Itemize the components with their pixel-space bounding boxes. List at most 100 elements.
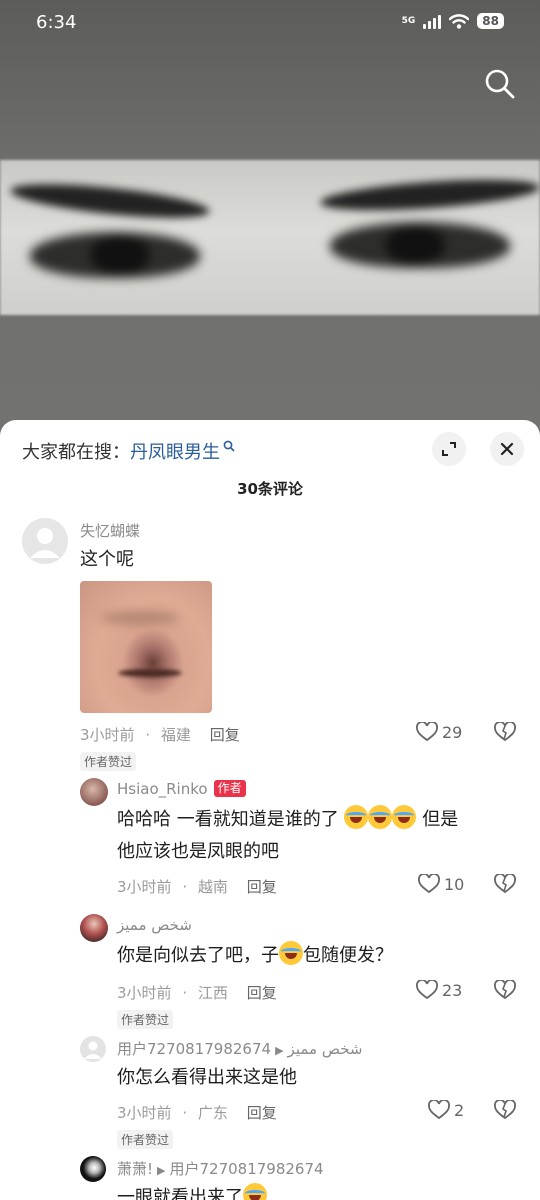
reply-item: شخص مميز 你是向似去了吧，子 包随便发？ 3小时前 · 江西 回复 23 … — [0, 912, 540, 1032]
meta-dot: · — [182, 984, 188, 1002]
avatar[interactable] — [80, 1036, 106, 1062]
reply-location: 广东 — [197, 1104, 228, 1122]
video-background[interactable] — [0, 0, 540, 440]
hot-search-bar[interactable]: 大家都在搜： 丹凤眼男生 — [22, 438, 235, 464]
like-button[interactable]: 2 — [428, 1100, 464, 1120]
reply-username-text: Hsiao_Rinko — [117, 780, 208, 798]
reply-to-username[interactable]: شخص مميز — [288, 1040, 363, 1058]
close-icon — [500, 442, 514, 456]
broken-heart-icon — [494, 979, 516, 1000]
reply-time: 3小时前 — [117, 878, 172, 896]
default-avatar-icon — [84, 1041, 102, 1059]
author-liked-tag: 作者赞过 — [117, 1010, 174, 1029]
reply-meta: 3小时前 · 越南 回复 — [117, 876, 277, 897]
dislike-button[interactable] — [494, 1099, 516, 1124]
heart-icon — [416, 722, 438, 742]
reply-text[interactable]: 你怎么看得出来这是他 — [117, 1062, 297, 1094]
status-icons: 5G 88 — [402, 13, 504, 29]
reply-button[interactable]: 回复 — [210, 726, 240, 744]
broken-heart-icon — [494, 873, 516, 894]
heart-icon — [428, 1100, 450, 1120]
laughing-crying-emoji — [243, 1183, 267, 1200]
reply-arrow-icon: ▶ — [275, 1044, 284, 1057]
meta-dot: · — [182, 878, 188, 896]
reply-text-part: 哈哈哈 一看就知道是谁的了 — [117, 809, 339, 830]
laughing-crying-emoji — [279, 941, 303, 965]
status-time: 6:34 — [36, 12, 77, 33]
avatar[interactable] — [80, 778, 108, 806]
reply-text[interactable]: 一眼就看出来了 — [117, 1182, 267, 1200]
avatar[interactable] — [80, 914, 108, 942]
comment-image[interactable] — [80, 581, 212, 713]
reply-item: 萧萧! ▶ 用户7270817982674 一眼就看出来了 — [0, 1154, 540, 1200]
reply-username[interactable]: 用户7270817982674 ▶ شخص مميز — [117, 1038, 362, 1059]
reply-item: 用户7270817982674 ▶ شخص مميز 你怎么看得出来这是他 3小时前… — [0, 1034, 540, 1154]
reply-button[interactable]: 回复 — [247, 1104, 277, 1122]
network-type: 5G — [401, 16, 416, 26]
reply-item: Hsiao_Rinko 作者 哈哈哈 一看就知道是谁的了 但是 他应该也是凤眼的吧… — [0, 774, 540, 904]
comment-location: 福建 — [160, 726, 191, 744]
comment-username[interactable]: 失忆蝴蝶 — [80, 520, 140, 541]
reply-location: 越南 — [197, 878, 228, 896]
author-liked-tag: 作者赞过 — [80, 752, 137, 771]
reply-text-part: 一眼就看出来了 — [117, 1187, 243, 1200]
reply-text[interactable]: 你是向似去了吧，子 包随便发？ — [117, 940, 517, 972]
reply-meta: 3小时前 · 广东 回复 — [117, 1102, 277, 1123]
broken-heart-icon — [494, 1099, 516, 1120]
reply-time: 3小时前 — [117, 1104, 172, 1122]
avatar[interactable] — [80, 1156, 106, 1182]
reply-username[interactable]: 萧萧! ▶ 用户7270817982674 — [117, 1158, 324, 1179]
laughing-crying-emoji — [368, 805, 393, 829]
laughing-crying-emoji — [392, 805, 417, 829]
avatar[interactable] — [22, 518, 68, 564]
comment-item: 失忆蝴蝶 这个呢 3小时前 · 福建 回复 29 作者赞过 — [0, 516, 540, 776]
hot-search-keyword[interactable]: 丹凤眼男生 — [130, 438, 220, 464]
expand-icon — [442, 442, 456, 456]
expand-button[interactable] — [432, 432, 466, 466]
dislike-button[interactable] — [494, 873, 516, 898]
reply-text-part: 但是 — [422, 809, 459, 830]
reply-text[interactable]: 哈哈哈 一看就知道是谁的了 但是 他应该也是凤眼的吧 — [117, 804, 517, 868]
search-button[interactable] — [484, 68, 516, 100]
like-count: 29 — [442, 722, 463, 742]
reply-username-text: 萧萧! — [117, 1160, 154, 1178]
search-small-icon — [223, 440, 235, 452]
meta-dot: · — [182, 1104, 188, 1122]
heart-icon — [418, 874, 440, 894]
comment-text[interactable]: 这个呢 — [80, 544, 134, 576]
comment-meta: 3小时前 · 福建 回复 — [80, 724, 240, 745]
reply-time: 3小时前 — [117, 984, 172, 1002]
reply-button[interactable]: 回复 — [247, 878, 277, 896]
meta-dot: · — [145, 726, 151, 744]
comment-sheet: 大家都在搜： 丹凤眼男生 30条评论 失忆蝴蝶 这个呢 3小时前 · 福建 回复… — [0, 420, 540, 1200]
reply-button[interactable]: 回复 — [247, 984, 277, 1002]
reply-location: 江西 — [197, 984, 228, 1002]
reply-text-part: 你是向似去了吧，子 — [117, 945, 279, 966]
reply-username-text: 用户7270817982674 — [117, 1040, 272, 1058]
reply-to-username[interactable]: 用户7270817982674 — [169, 1160, 323, 1178]
author-badge: 作者 — [213, 780, 246, 797]
comment-count: 30条评论 — [237, 480, 303, 498]
reply-username[interactable]: Hsiao_Rinko 作者 — [117, 780, 246, 798]
hot-search-label: 大家都在搜： — [22, 442, 130, 463]
comment-time: 3小时前 — [80, 726, 135, 744]
laughing-crying-emoji — [344, 805, 369, 829]
reply-username[interactable]: شخص مميز — [117, 916, 192, 934]
reply-arrow-icon: ▶ — [157, 1164, 166, 1177]
wifi-icon — [449, 14, 470, 29]
like-count: 23 — [442, 980, 463, 1000]
default-avatar-icon — [30, 528, 60, 558]
signal-icon — [423, 13, 442, 29]
reply-text-part: 他应该也是凤眼的吧 — [117, 841, 279, 862]
close-button[interactable] — [490, 432, 524, 466]
like-button[interactable]: 10 — [418, 874, 464, 894]
like-count: 2 — [454, 1100, 465, 1120]
like-button[interactable]: 29 — [416, 722, 462, 742]
like-button[interactable]: 23 — [416, 980, 462, 1000]
like-count: 10 — [444, 874, 465, 894]
dislike-button[interactable] — [494, 979, 516, 1004]
reply-meta: 3小时前 · 江西 回复 — [117, 982, 277, 1003]
reply-text-part: 包随便发？ — [303, 945, 393, 966]
heart-icon — [416, 980, 438, 1000]
dislike-button[interactable] — [494, 721, 516, 746]
